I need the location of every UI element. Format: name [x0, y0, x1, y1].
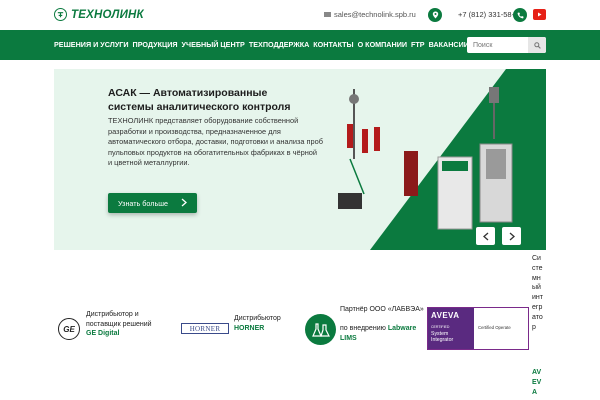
nav-item-contacts[interactable]: КОНТАКТЫ: [313, 40, 353, 49]
aveva-certificate-badge[interactable]: AVEVA CERTIFIED System Integrator Certif…: [427, 307, 529, 350]
horner-link[interactable]: HORNER: [234, 325, 264, 332]
nav-item-products[interactable]: ПРОДУКЦИЯ: [133, 40, 178, 49]
top-bar: ТЕХНОЛИНК sales@technolink.spb.ru +7 (81…: [0, 0, 600, 30]
aveva-system-integrator-label: System Integrator: [431, 331, 453, 343]
nav-menu: РЕШЕНИЯ И УСЛУГИ ПРОДУКЦИЯ УЧЕБНЫЙ ЦЕНТР…: [54, 40, 473, 49]
search-button[interactable]: [528, 37, 546, 53]
hero-banner: АСАК — Автоматизированные системы аналит…: [54, 69, 546, 250]
learn-more-label: Узнать больше: [118, 198, 168, 208]
search-box: [467, 37, 546, 53]
ge-partner-text: Дистрибьютор и поставщик решений GE Digi…: [86, 310, 158, 339]
phone-button[interactable]: [513, 8, 527, 22]
learn-more-button[interactable]: Узнать больше: [108, 193, 197, 213]
labvea-partner-description: Партнёр ООО «ЛАБВЭА»: [340, 306, 424, 313]
horner-partner-description: Дистрибьютор: [234, 315, 281, 322]
aveva-logo: AVEVA: [431, 311, 460, 320]
email-text: sales@technolink.spb.ru: [334, 10, 416, 19]
phone-icon: [517, 12, 523, 18]
nav-item-solutions[interactable]: РЕШЕНИЯ И УСЛУГИ: [54, 40, 129, 49]
nav-item-support[interactable]: ТЕХПОДДЕРЖКА: [249, 40, 309, 49]
horner-partner-text: Дистрибьютор HORNER: [234, 314, 294, 333]
logo-text: ТЕХНОЛИНК: [71, 8, 144, 21]
ge-partner-description: Дистрибьютор и поставщик решений: [86, 311, 152, 328]
ge-digital-link[interactable]: GE Digital: [86, 330, 119, 337]
envelope-icon: [324, 12, 331, 17]
labvea-partner-role: по внедрению: [340, 325, 386, 332]
aveva-partner-text: Системный интегратор: [532, 255, 543, 331]
nav-item-training[interactable]: УЧЕБНЫЙ ЦЕНТР: [182, 40, 245, 49]
location-button[interactable]: [428, 8, 442, 22]
aveva-link[interactable]: AVEVA: [532, 368, 544, 397]
search-input[interactable]: [467, 37, 528, 53]
youtube-icon: [538, 12, 542, 17]
chevron-right-icon: [509, 232, 515, 240]
logo-mark-icon: [54, 8, 67, 21]
chevron-left-icon: [482, 232, 488, 240]
labvea-logo[interactable]: [305, 314, 336, 345]
labvea-partner-text: Партнёр ООО «ЛАБВЭА» по внедрению Labwar…: [340, 305, 425, 343]
nav-item-about[interactable]: О КОМПАНИИ: [358, 40, 407, 49]
carousel-next-button[interactable]: [502, 227, 521, 245]
site-logo[interactable]: ТЕХНОЛИНК: [54, 8, 144, 21]
aveva-certified-operate: Certified Operate: [478, 325, 511, 330]
search-icon: [533, 41, 541, 49]
ge-logo[interactable]: GE: [58, 318, 80, 340]
aveva-certified-label: CERTIFIED: [431, 325, 450, 329]
horner-logo[interactable]: HORNER: [181, 323, 229, 334]
aveva-integrator-text: Integrator: [431, 337, 454, 343]
banner-title: АСАК — Автоматизированные системы аналит…: [108, 87, 291, 113]
location-pin-icon: [432, 11, 438, 19]
youtube-button[interactable]: [533, 9, 546, 20]
carousel-prev-button[interactable]: [476, 227, 495, 245]
banner-description: ТЕХНОЛИНК представляет оборудование собс…: [108, 116, 323, 167]
nav-item-vacancies[interactable]: ВАКАНСИИ: [429, 40, 469, 49]
chevron-right-icon: [181, 198, 187, 207]
flask-icon: [311, 322, 330, 337]
email-link[interactable]: sales@technolink.spb.ru: [324, 10, 416, 19]
aveva-badge-left: AVEVA CERTIFIED System Integrator: [428, 308, 474, 349]
nav-item-ftp[interactable]: FTP: [411, 40, 425, 49]
